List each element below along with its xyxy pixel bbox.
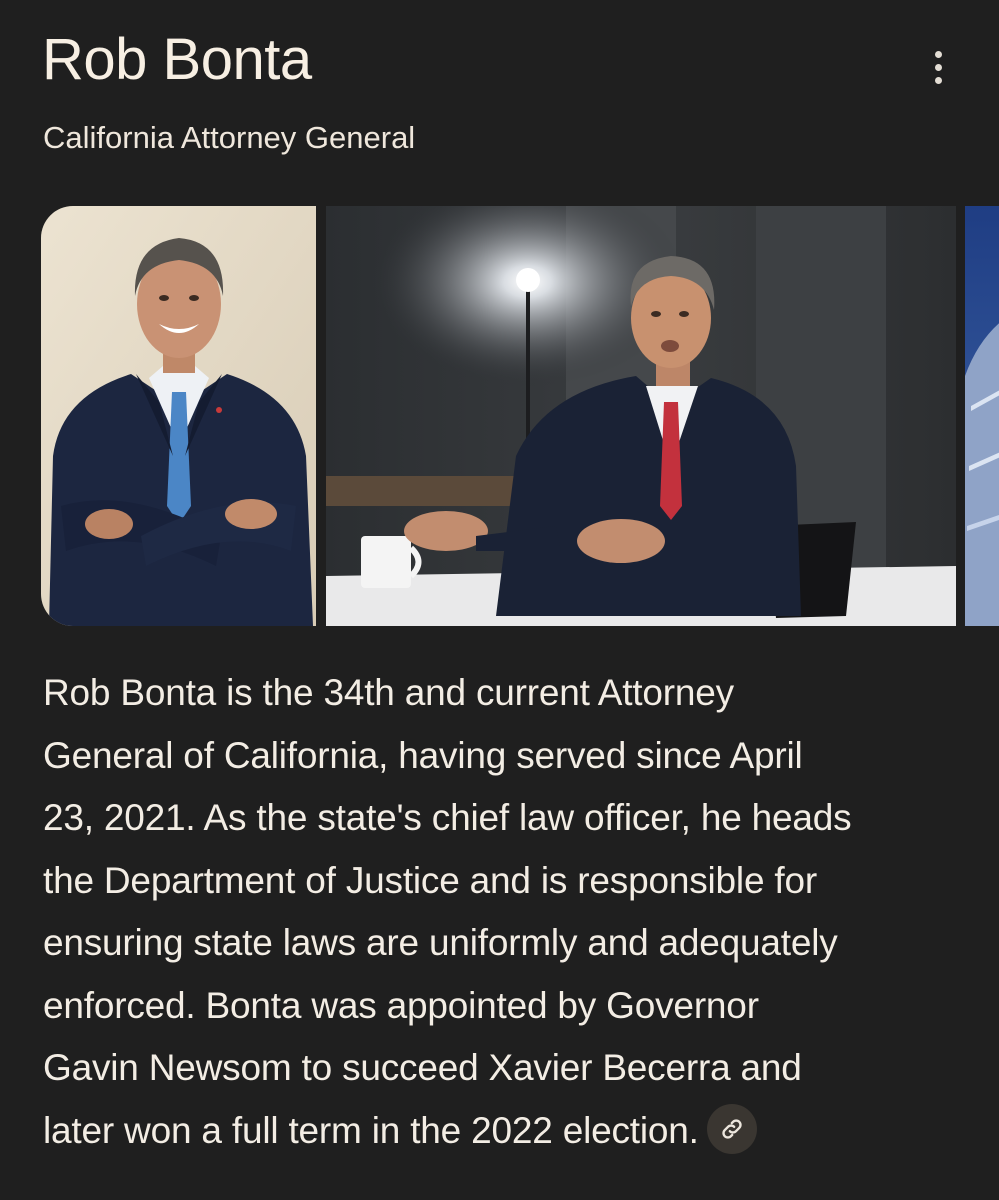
portrait-photo[interactable] [41,206,316,626]
description-line: Gavin Newsom to succeed Xavier Becerra a… [43,1047,802,1088]
link-icon [722,1119,742,1139]
description-line: later won a full term in the 2022 electi… [43,1109,699,1151]
more-options-button[interactable] [920,42,956,92]
description-last-line: later won a full term in the 2022 electi… [43,1100,968,1163]
description-line: General of California, having served sin… [43,734,803,776]
description-line: enforced. Bonta was appointed by Governo… [43,984,759,1026]
interview-photo[interactable] [326,206,956,626]
description-line: ensuring state laws are uniformly and ad… [43,922,838,963]
interview-image [326,206,956,626]
description-line: Rob Bonta is the 34th and current Attorn… [43,672,734,713]
building-photo[interactable] [965,206,999,626]
image-carousel[interactable] [41,206,999,626]
description-text: Rob Bonta is the 34th and current Attorn… [43,662,968,1162]
source-link-button[interactable] [706,1103,757,1154]
more-vert-icon [934,50,942,58]
portrait-image [41,206,316,626]
description-line: the Department of Justice and is respons… [43,859,817,901]
description-line: 23, 2021. As the state's chief law offic… [43,797,852,838]
page-title: Rob Bonta [42,27,312,92]
building-image [965,206,999,626]
page-subtitle: California Attorney General [43,120,416,155]
